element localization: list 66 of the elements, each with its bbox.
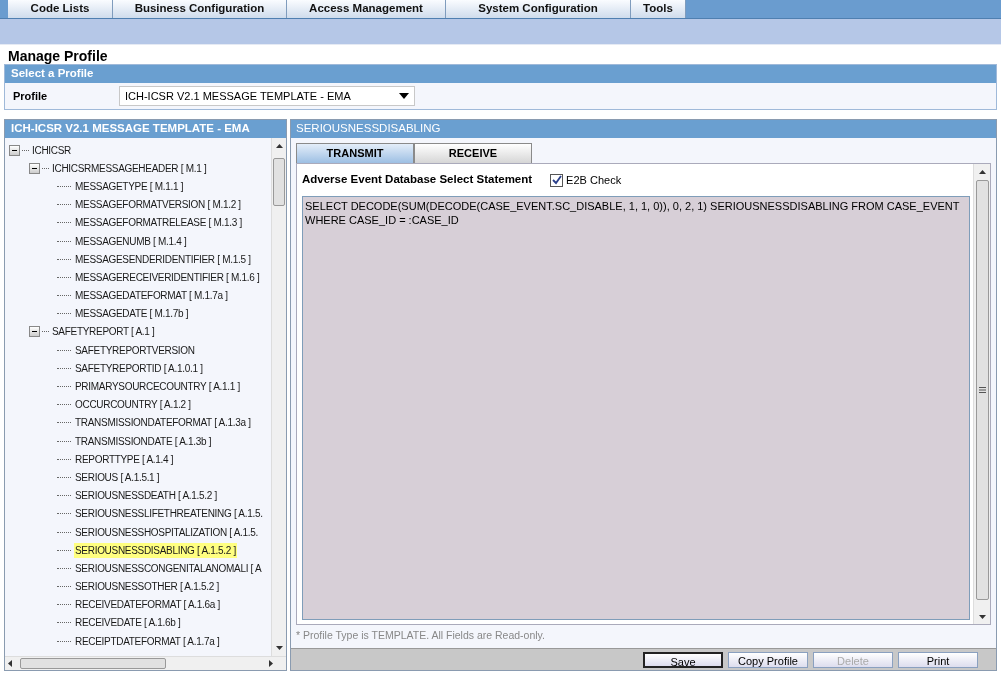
scroll-down-arrow-icon[interactable] (978, 615, 986, 619)
tree-item[interactable]: SAFETYREPORTID [ A.1.0.1 ] (74, 360, 204, 376)
page-title: Manage Profile (8, 48, 108, 64)
tree-item[interactable]: RECEIVEDATEFORMAT [ A.1.6a ] (74, 597, 221, 613)
tree-item[interactable]: MESSAGESENDERIDENTIFIER [ M.1.5 ] (74, 251, 252, 267)
tree-item[interactable]: SAFETYREPORTVERSION (74, 342, 196, 358)
scroll-down-arrow-icon[interactable] (275, 646, 283, 650)
action-button[interactable]: Print (898, 651, 978, 668)
tree-item[interactable]: MESSAGEDATEFORMAT [ M.1.7a ] (74, 288, 229, 304)
collapse-toggle[interactable] (29, 326, 40, 338)
tree-item[interactable]: MESSAGEFORMATVERSION [ M.1.2 ] (74, 197, 242, 213)
tree-item[interactable]: SERIOUSNESSLIFETHREATENING [ A.1.5. (74, 506, 264, 522)
profile-dropdown[interactable]: ICH-ICSR V2.1 MESSAGE TEMPLATE - EMA (119, 86, 415, 106)
tree-item[interactable]: TRANSMISSIONDATE [ A.1.3b ] (74, 433, 213, 449)
profile-label: Profile (13, 88, 49, 104)
scroll-right-arrow-icon[interactable] (269, 660, 273, 667)
tree-item[interactable]: PRIMARYSOURCECOUNTRY [ A.1.1 ] (74, 379, 241, 395)
scroll-up-arrow-icon[interactable] (275, 144, 283, 148)
tree-item[interactable]: MESSAGEFORMATRELEASE [ M.1.3 ] (74, 215, 243, 231)
section-header: Select a Profile (5, 65, 996, 83)
menu-tab[interactable]: Access Management (287, 0, 446, 18)
tree-item[interactable]: SAFETYREPORT [ A.1 ] (51, 324, 156, 340)
tree-item[interactable]: RECEIVEDATE [ A.1.6b ] (74, 615, 182, 631)
menu-tab[interactable]: Business Configuration (113, 0, 287, 18)
tree-item[interactable]: MESSAGENUMB [ M.1.4 ] (74, 233, 188, 249)
collapse-toggle[interactable] (9, 144, 20, 156)
menu-tab[interactable]: Tools (631, 0, 686, 18)
menu-tab[interactable]: Code Lists (8, 0, 113, 18)
read-only-note: * Profile Type is TEMPLATE. All Fields are Read-only. (296, 628, 545, 644)
scrollbar-thumb[interactable] (20, 658, 166, 669)
scrollbar-thumb[interactable] (975, 180, 989, 600)
panel-header: ICH-ICSR V2.1 MESSAGE TEMPLATE - EMA (5, 120, 286, 138)
tree-item[interactable]: MESSAGETYPE [ M.1.1 ] (74, 178, 185, 194)
tree-item[interactable]: SERIOUSNESSOTHER [ A.1.5.2 ] (74, 579, 220, 595)
dropdown-arrow-icon (399, 93, 409, 99)
vertical-scrollbar[interactable] (973, 164, 990, 624)
action-button[interactable]: Copy Profile (728, 651, 808, 668)
tree-item[interactable]: MESSAGERECEIVERIDENTIFIER [ M.1.6 ] (74, 269, 261, 285)
tree-item[interactable]: TRANSMISSIONDATEFORMAT [ A.1.3a ] (74, 415, 252, 431)
collapse-toggle[interactable] (29, 162, 40, 174)
grip-icon (978, 387, 986, 393)
statement-label: Adverse Event Database Select Statement (302, 172, 533, 188)
tree-item[interactable]: SERIOUSNESSDISABLING [ A.1.5.2 ] (74, 542, 238, 558)
panel-header: SERIOUSNESSDISABLING (291, 120, 996, 138)
statement-textarea[interactable]: SELECT DECODE(SUM(DECODE(CASE_EVENT.SC_DISABLE, 1, 1, 0)), 0, 2, 1) SERIOUSNESSDISABLING FROM CASE_EVENT WHERE CASE_ID = :CASE_ID (302, 196, 970, 620)
tree-item[interactable]: SERIOUSNESSHOSPITALIZATION [ A.1.5. (74, 524, 260, 540)
tree-item[interactable]: SERIOUSNESSDEATH [ A.1.5.2 ] (74, 488, 219, 504)
tree-item[interactable]: MESSAGEDATE [ M.1.7b ] (74, 306, 190, 322)
vertical-scrollbar[interactable] (271, 138, 286, 656)
scroll-up-arrow-icon[interactable] (978, 170, 986, 174)
scrollbar-thumb[interactable] (273, 158, 285, 206)
tree-item[interactable]: RECEIPTDATEFORMAT [ A.1.7a ] (74, 633, 221, 649)
tab[interactable]: TRANSMIT (296, 143, 414, 163)
e2b-checkbox[interactable] (550, 173, 564, 187)
action-button[interactable]: Save (643, 651, 723, 668)
tree-item[interactable]: REPORTTYPE [ A.1.4 ] (74, 451, 175, 467)
e2b-check-label: E2B Check (566, 172, 622, 188)
tree-item[interactable]: SERIOUS [ A.1.5.1 ] (74, 469, 161, 485)
menu-tab[interactable]: System Configuration (446, 0, 631, 18)
tree-item[interactable]: OCCURCOUNTRY [ A.1.2 ] (74, 397, 192, 413)
scroll-left-arrow-icon[interactable] (8, 660, 12, 667)
tree-item[interactable]: ICHICSRMESSAGEHEADER [ M.1 ] (51, 160, 208, 176)
horizontal-scrollbar[interactable] (5, 656, 286, 670)
tab[interactable]: RECEIVE (414, 143, 532, 163)
tree-item[interactable]: SERIOUSNESSCONGENITALANOMALI [ A (74, 560, 263, 576)
tree-item[interactable]: ICHICSR (31, 142, 72, 158)
